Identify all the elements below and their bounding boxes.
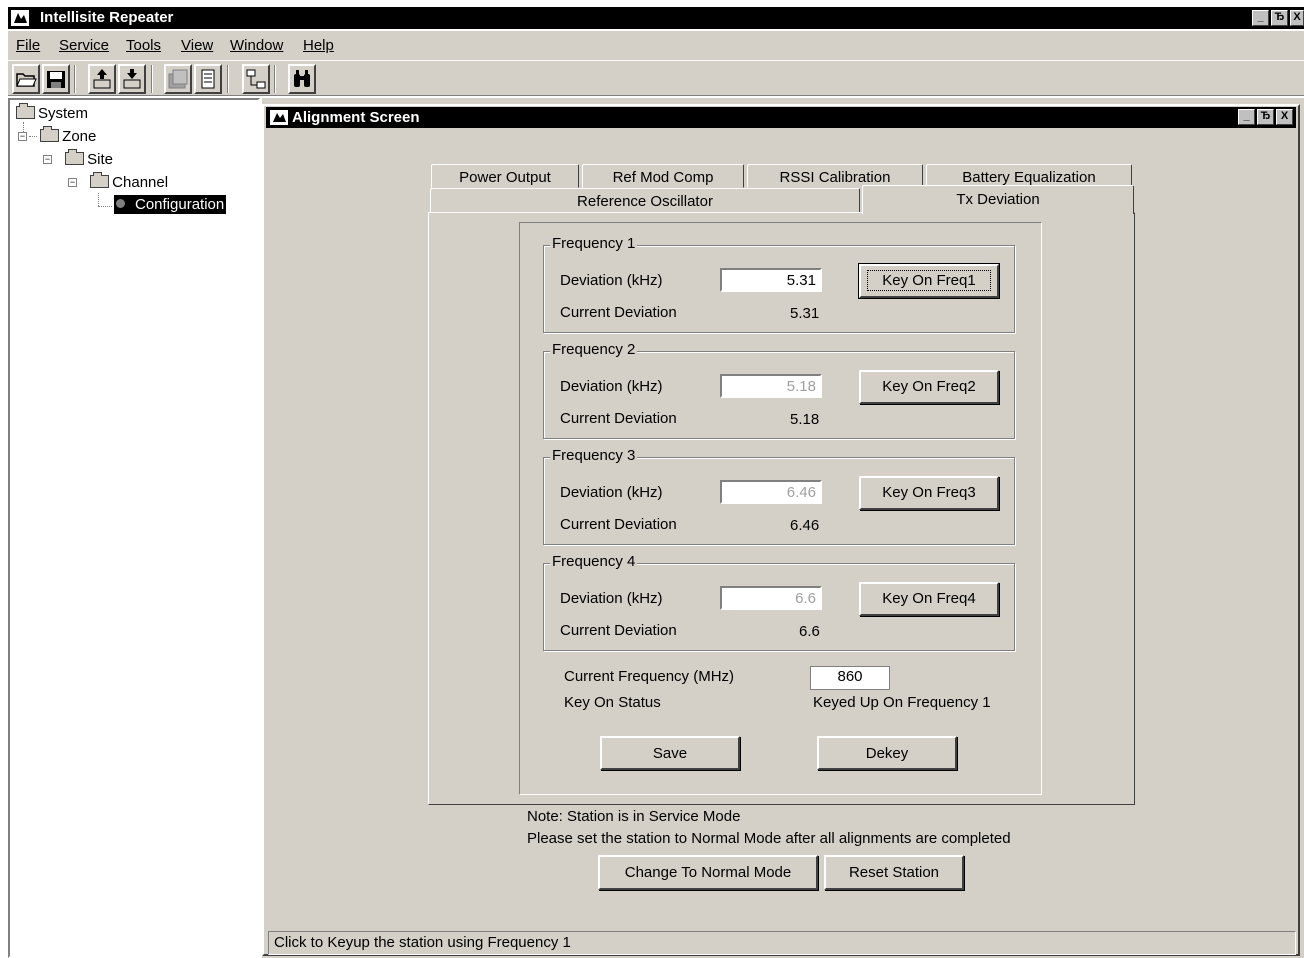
close-button[interactable]: X xyxy=(1290,10,1304,26)
open-icon xyxy=(16,73,37,87)
tab-reference-oscillator[interactable]: Reference Oscillator xyxy=(430,188,860,213)
deviation-label: Deviation (kHz) xyxy=(560,378,663,395)
child-close-button[interactable]: X xyxy=(1276,109,1293,125)
tree-node-configuration[interactable]: Configuration xyxy=(114,195,227,214)
key-on-status-label: Key On Status xyxy=(564,694,661,711)
restore-button[interactable]: Ђ xyxy=(1271,10,1288,26)
current-deviation-value-1: 5.31 xyxy=(790,305,820,322)
app-title: Intellisite Repeater xyxy=(40,9,174,26)
save-button[interactable]: Save xyxy=(600,736,740,770)
app-icon xyxy=(270,110,288,125)
deviation-label: Deviation (kHz) xyxy=(560,484,663,501)
deviation-label: Deviation (kHz) xyxy=(560,590,663,607)
collapse-icon[interactable]: − xyxy=(43,155,52,164)
status-bar: Click to Keyup the station using Frequen… xyxy=(268,931,1296,955)
tab-power-output[interactable]: Power Output xyxy=(431,164,579,188)
status-text: Click to Keyup the station using Frequen… xyxy=(274,934,571,951)
frequency-2-title: Frequency 2 xyxy=(550,341,638,358)
current-deviation-value-2: 5.18 xyxy=(790,411,820,428)
current-frequency-value: 860 xyxy=(810,666,890,690)
tree-node-site[interactable]: − Site xyxy=(43,149,113,168)
current-frequency-label: Current Frequency (MHz) xyxy=(564,668,735,685)
collapse-icon[interactable]: − xyxy=(68,178,77,187)
menu-window[interactable]: Window xyxy=(230,37,283,54)
tree-node-zone[interactable]: − Zone xyxy=(18,126,96,145)
download-icon xyxy=(123,69,141,89)
app-icon xyxy=(11,10,29,26)
key-on-freq2-button[interactable]: Key On Freq2 xyxy=(859,370,999,404)
menu-view[interactable]: View xyxy=(181,37,213,54)
find-button[interactable] xyxy=(288,64,316,94)
child-minimize-button[interactable]: _ xyxy=(1238,109,1255,125)
current-deviation-label: Current Deviation xyxy=(560,516,677,533)
current-deviation-label: Current Deviation xyxy=(560,410,677,427)
menu-tools[interactable]: Tools xyxy=(126,37,161,54)
menu-bar: File Service Tools View Window Help xyxy=(8,31,1304,60)
download-button[interactable] xyxy=(118,64,146,94)
open-button[interactable] xyxy=(12,64,40,94)
upload-button[interactable] xyxy=(88,64,116,94)
report-icon xyxy=(168,69,188,89)
network-icon xyxy=(246,69,266,89)
current-deviation-value-3: 6.46 xyxy=(790,517,820,534)
tree-node-system[interactable]: System xyxy=(16,103,88,122)
app-title-bar: Intellisite Repeater _ Ђ X xyxy=(8,7,1304,29)
upload-icon xyxy=(93,69,111,89)
node-bullet-icon xyxy=(116,199,125,208)
deviation-field-4[interactable]: 6.6 xyxy=(720,586,822,610)
system-tree: System − Zone − Site − Channel Configura… xyxy=(8,98,260,958)
save-icon xyxy=(47,71,65,88)
page-button[interactable] xyxy=(194,64,222,94)
menu-service[interactable]: Service xyxy=(59,37,109,54)
save-toolbar-button[interactable] xyxy=(42,64,70,94)
service-mode-note: Note: Station is in Service Mode xyxy=(527,808,741,825)
folder-icon xyxy=(16,103,35,119)
alignment-title-bar: Alignment Screen _ Ђ X xyxy=(266,107,1296,128)
key-on-freq3-button[interactable]: Key On Freq3 xyxy=(859,476,999,510)
toolbar xyxy=(8,60,1304,96)
configuration-label: Configuration xyxy=(135,196,225,213)
reset-station-button[interactable]: Reset Station xyxy=(824,855,964,890)
key-on-freq4-button[interactable]: Key On Freq4 xyxy=(859,582,999,616)
binoculars-icon xyxy=(294,70,310,87)
minimize-button[interactable]: _ xyxy=(1252,10,1269,26)
current-deviation-label: Current Deviation xyxy=(560,304,677,321)
deviation-field-3[interactable]: 6.46 xyxy=(720,480,822,504)
child-restore-button[interactable]: Ђ xyxy=(1257,109,1274,125)
frequency-1-title: Frequency 1 xyxy=(550,235,638,252)
deviation-label: Deviation (kHz) xyxy=(560,272,663,289)
frequency-3-title: Frequency 3 xyxy=(550,447,638,464)
network-button[interactable] xyxy=(242,64,270,94)
deviation-field-1[interactable]: 5.31 xyxy=(720,268,822,292)
deviation-field-2[interactable]: 5.18 xyxy=(720,374,822,398)
collapse-icon[interactable]: − xyxy=(18,132,27,141)
current-deviation-label: Current Deviation xyxy=(560,622,677,639)
alignment-title: Alignment Screen xyxy=(292,109,420,126)
report-button[interactable] xyxy=(164,64,192,94)
folder-icon xyxy=(65,149,85,165)
menu-help[interactable]: Help xyxy=(303,37,334,54)
dekey-button[interactable]: Dekey xyxy=(817,736,957,770)
normal-mode-instruction: Please set the station to Normal Mode af… xyxy=(527,830,1011,847)
key-on-freq1-button[interactable]: Key On Freq1 xyxy=(858,263,1000,299)
folder-icon xyxy=(40,126,60,142)
tab-tx-deviation[interactable]: Tx Deviation xyxy=(862,185,1134,214)
menu-file[interactable]: File xyxy=(16,37,40,54)
current-deviation-value-4: 6.6 xyxy=(799,623,820,640)
key-on-status-value: Keyed Up On Frequency 1 xyxy=(813,694,991,711)
folder-icon xyxy=(90,172,110,188)
frequency-4-title: Frequency 4 xyxy=(550,553,638,570)
page-icon xyxy=(201,69,215,89)
tab-ref-mod-comp[interactable]: Ref Mod Comp xyxy=(582,164,744,188)
tree-node-channel[interactable]: − Channel xyxy=(68,172,168,191)
change-to-normal-mode-button[interactable]: Change To Normal Mode xyxy=(598,855,818,890)
